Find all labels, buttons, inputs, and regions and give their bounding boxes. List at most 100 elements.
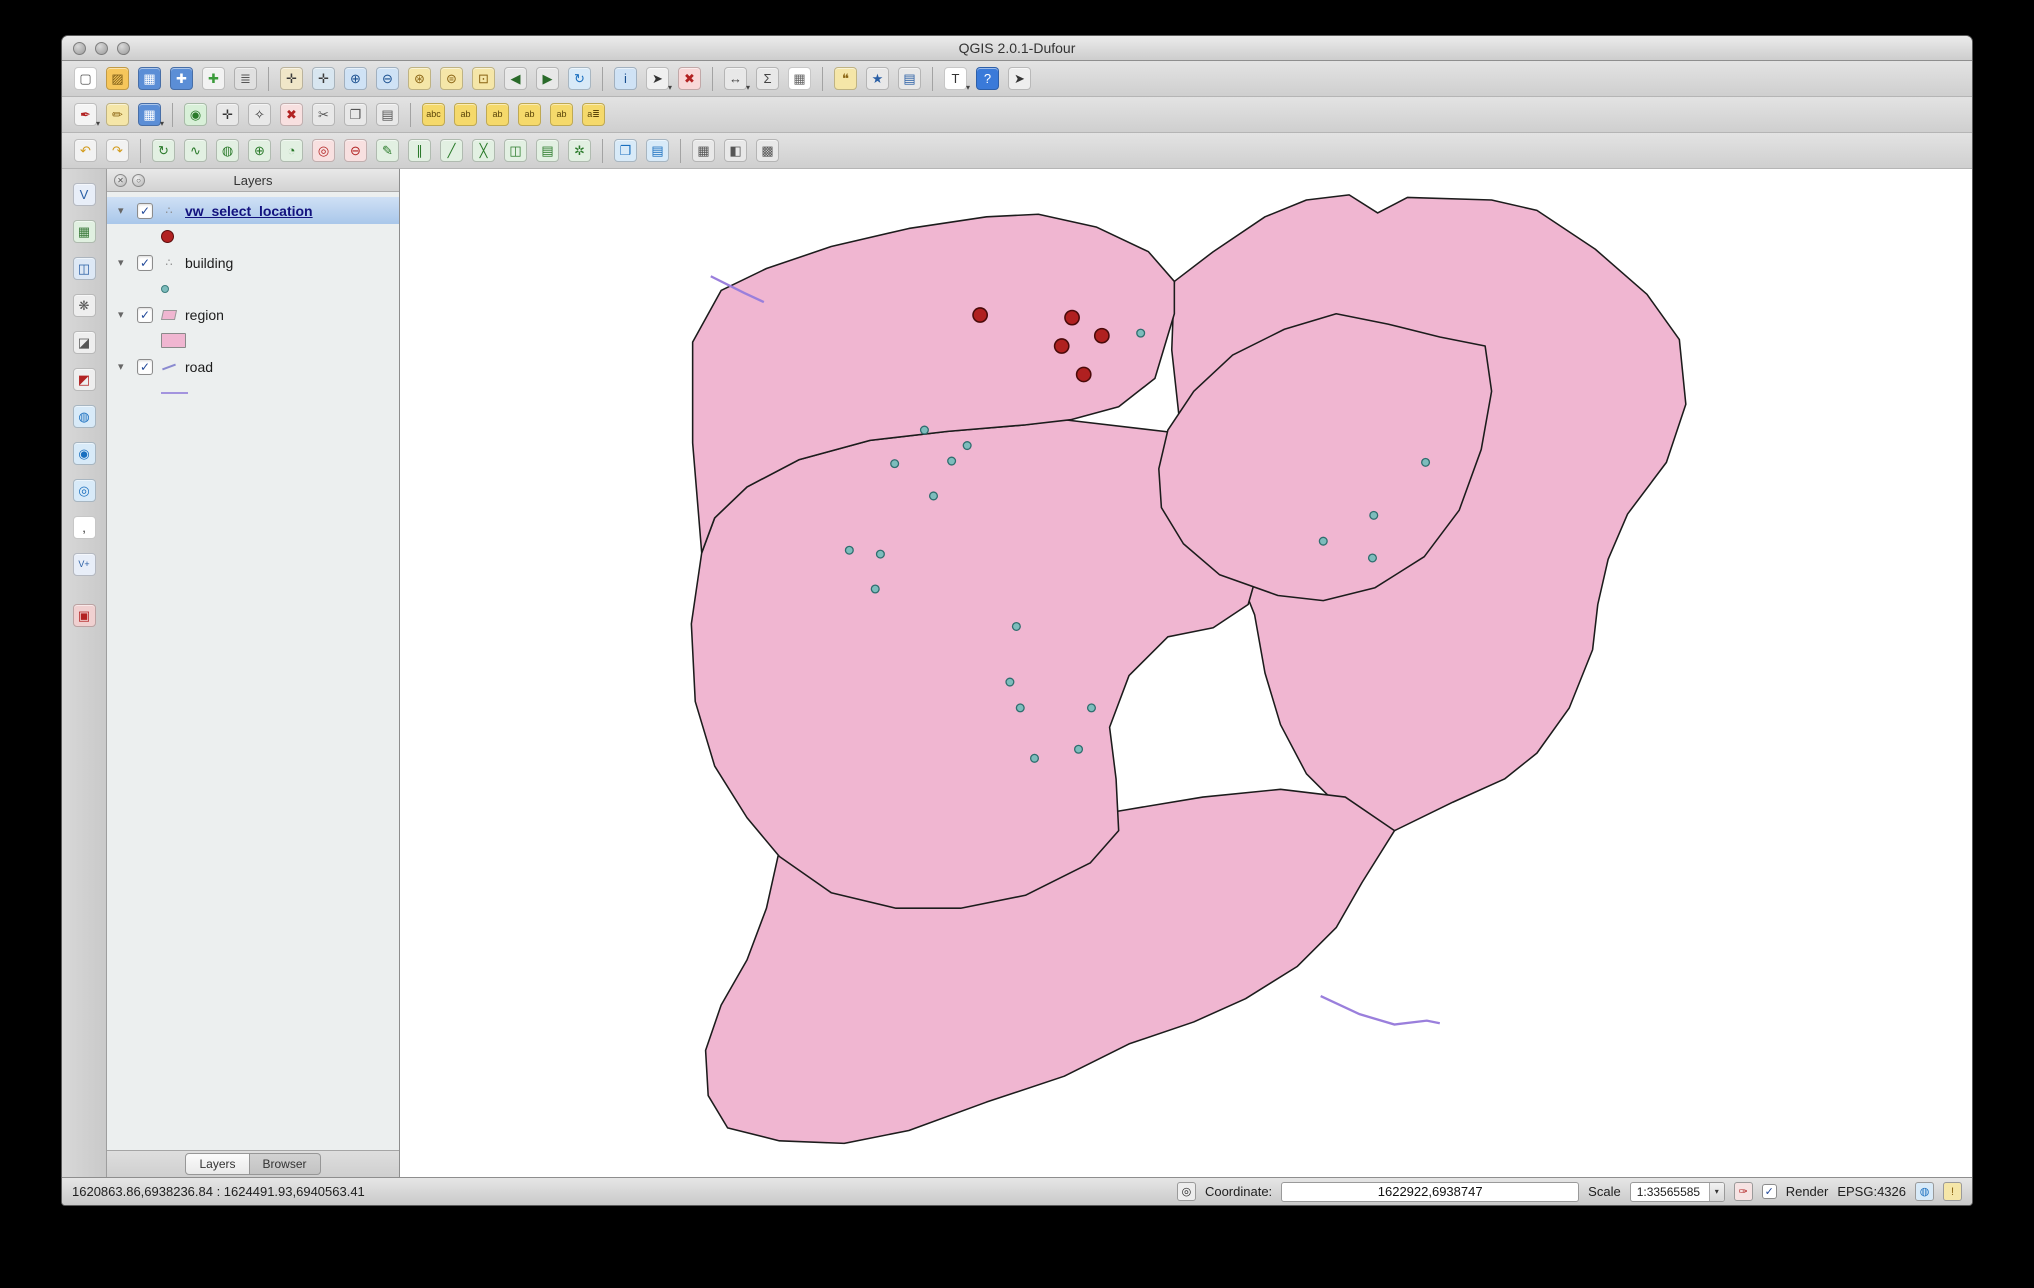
tool-toggle-editing[interactable]: ✏ bbox=[103, 100, 132, 129]
tool-layer-labeling[interactable]: abc bbox=[419, 100, 448, 129]
disclosure-triangle[interactable]: ▾ bbox=[118, 360, 130, 373]
tool-select-features[interactable]: ➤▾ bbox=[643, 64, 672, 93]
layer-item-region[interactable]: ▾✓region bbox=[107, 301, 399, 328]
tool-label-show-hide[interactable]: ab bbox=[547, 100, 576, 129]
tool-label-pin[interactable]: ab bbox=[515, 100, 544, 129]
tool-paste-features[interactable]: ▤ bbox=[373, 100, 402, 129]
tool-composer-manager[interactable]: ≣ bbox=[231, 64, 260, 93]
layer-visibility-checkbox[interactable]: ✓ bbox=[137, 359, 153, 375]
tool-whats-this[interactable]: ➤ bbox=[1005, 64, 1034, 93]
tool-merge-features[interactable]: ◫ bbox=[501, 136, 530, 165]
tool-statistical-summary[interactable]: Σ bbox=[753, 64, 782, 93]
tool-deselect-features[interactable]: ✖ bbox=[675, 64, 704, 93]
tool-raster-local-stretch[interactable]: ▩ bbox=[753, 136, 782, 165]
tool-add-oracle-layer[interactable]: ◩ bbox=[68, 364, 100, 394]
tool-save-project-as[interactable]: ✚ bbox=[167, 64, 196, 93]
tool-copy-style[interactable]: ❐ bbox=[611, 136, 640, 165]
tool-current-edits[interactable]: ✒▾ bbox=[71, 100, 100, 129]
tool-add-wfs-layer[interactable]: ◎ bbox=[68, 475, 100, 505]
stop-render-icon[interactable]: ✑ bbox=[1734, 1182, 1753, 1201]
tool-new-shapefile-layer[interactable]: V+ bbox=[68, 549, 100, 579]
tool-add-mssql-layer[interactable]: ◪ bbox=[68, 327, 100, 357]
tool-undo[interactable]: ↶ bbox=[71, 136, 100, 165]
tool-zoom-next[interactable]: ▶ bbox=[533, 64, 562, 93]
tool-merge-attributes[interactable]: ▤ bbox=[533, 136, 562, 165]
tool-new-project[interactable]: ▢ bbox=[71, 64, 100, 93]
tool-show-bookmarks[interactable]: ▤ bbox=[895, 64, 924, 93]
tool-label-move[interactable]: ab bbox=[451, 100, 480, 129]
current-edits-dropdown-arrow[interactable]: ▾ bbox=[96, 119, 100, 128]
tool-zoom-full-extent[interactable]: ⊛ bbox=[405, 64, 434, 93]
tool-add-feature[interactable]: ◉ bbox=[181, 100, 210, 129]
panel-detach-button[interactable]: ○ bbox=[132, 174, 145, 187]
layer-item-building[interactable]: ▾✓∴building bbox=[107, 249, 399, 276]
tool-offset-curve[interactable]: ∥ bbox=[405, 136, 434, 165]
tool-add-spatialite-layer[interactable]: ❋ bbox=[68, 290, 100, 320]
tab-browser[interactable]: Browser bbox=[250, 1153, 321, 1175]
tool-zoom-last[interactable]: ◀ bbox=[501, 64, 530, 93]
minimize-window-button[interactable] bbox=[95, 42, 108, 55]
tool-new-print-composer[interactable]: ✚ bbox=[199, 64, 228, 93]
tool-raster-histogram[interactable]: ▦ bbox=[689, 136, 718, 165]
tool-move-feature[interactable]: ✛ bbox=[213, 100, 242, 129]
tool-rotate-feature[interactable]: ↻ bbox=[149, 136, 178, 165]
tool-add-raster-layer[interactable]: ▦ bbox=[68, 216, 100, 246]
tool-cut-features[interactable]: ✂ bbox=[309, 100, 338, 129]
tool-reshape-features[interactable]: ✎ bbox=[373, 136, 402, 165]
tool-add-delimited-text-layer[interactable]: , bbox=[68, 512, 100, 542]
tool-zoom-to-layer[interactable]: ⊡ bbox=[469, 64, 498, 93]
coordinate-input[interactable] bbox=[1281, 1182, 1579, 1202]
tool-add-ring[interactable]: ◍ bbox=[213, 136, 242, 165]
tool-label-rotate[interactable]: ab bbox=[483, 100, 512, 129]
tool-delete-ring[interactable]: ◎ bbox=[309, 136, 338, 165]
log-messages-icon[interactable]: ! bbox=[1943, 1182, 1962, 1201]
tool-save-project[interactable]: ▦ bbox=[135, 64, 164, 93]
tool-split-features[interactable]: ╱ bbox=[437, 136, 466, 165]
zoom-window-button[interactable] bbox=[117, 42, 130, 55]
disclosure-triangle[interactable]: ▾ bbox=[118, 308, 130, 321]
map-canvas[interactable] bbox=[400, 169, 1972, 1177]
layer-item-vw_select_location[interactable]: ▾✓∴vw_select_location bbox=[107, 197, 399, 224]
tool-save-layer-edits[interactable]: ▦▾ bbox=[135, 100, 164, 129]
tool-remove-layer-group[interactable]: ▣ bbox=[68, 600, 100, 630]
tool-help-contents[interactable]: ? bbox=[973, 64, 1002, 93]
close-window-button[interactable] bbox=[73, 42, 86, 55]
tool-add-wms-layer[interactable]: ◍ bbox=[68, 401, 100, 431]
tool-new-bookmark[interactable]: ★ bbox=[863, 64, 892, 93]
tool-measure[interactable]: ↔▾ bbox=[721, 64, 750, 93]
tool-identify-features[interactable]: i bbox=[611, 64, 640, 93]
select-features-dropdown-arrow[interactable]: ▾ bbox=[668, 83, 672, 92]
tool-raster-stretch[interactable]: ◧ bbox=[721, 136, 750, 165]
tool-fill-ring[interactable]: ◔ bbox=[277, 136, 306, 165]
text-annotation-dropdown-arrow[interactable]: ▾ bbox=[966, 83, 970, 92]
tool-paste-style[interactable]: ▤ bbox=[643, 136, 672, 165]
tool-add-postgis-layer[interactable]: ◫ bbox=[68, 253, 100, 283]
layer-visibility-checkbox[interactable]: ✓ bbox=[137, 307, 153, 323]
tool-add-wcs-layer[interactable]: ◉ bbox=[68, 438, 100, 468]
tool-simplify-feature[interactable]: ∿ bbox=[181, 136, 210, 165]
disclosure-triangle[interactable]: ▾ bbox=[118, 204, 130, 217]
tool-zoom-to-selection[interactable]: ⊜ bbox=[437, 64, 466, 93]
tool-pan-map[interactable]: ✛ bbox=[277, 64, 306, 93]
tool-pan-to-selection[interactable]: ✛ bbox=[309, 64, 338, 93]
scale-combo[interactable]: 1:33565585 ▾ bbox=[1630, 1182, 1725, 1202]
tool-attribute-table[interactable]: ▦ bbox=[785, 64, 814, 93]
panel-close-button[interactable]: ✕ bbox=[114, 174, 127, 187]
tool-delete-selected[interactable]: ✖ bbox=[277, 100, 306, 129]
tool-delete-part[interactable]: ⊖ bbox=[341, 136, 370, 165]
tool-text-annotation[interactable]: T▾ bbox=[941, 64, 970, 93]
tool-copy-features[interactable]: ❐ bbox=[341, 100, 370, 129]
crs-status-icon[interactable]: ◍ bbox=[1915, 1182, 1934, 1201]
layer-visibility-checkbox[interactable]: ✓ bbox=[137, 255, 153, 271]
scale-dropdown-arrow[interactable]: ▾ bbox=[1709, 1183, 1724, 1201]
tool-add-part[interactable]: ⊕ bbox=[245, 136, 274, 165]
tool-split-parts[interactable]: ╳ bbox=[469, 136, 498, 165]
tool-zoom-in[interactable]: ⊕ bbox=[341, 64, 370, 93]
tool-map-refresh[interactable]: ↻ bbox=[565, 64, 594, 93]
save-layer-edits-dropdown-arrow[interactable]: ▾ bbox=[160, 119, 164, 128]
tool-add-vector-layer[interactable]: V bbox=[68, 179, 100, 209]
tool-label-properties[interactable]: a≣ bbox=[579, 100, 608, 129]
tool-map-tips[interactable]: ❝ bbox=[831, 64, 860, 93]
tool-rotate-point-symbols[interactable]: ✲ bbox=[565, 136, 594, 165]
tab-layers[interactable]: Layers bbox=[185, 1153, 249, 1175]
